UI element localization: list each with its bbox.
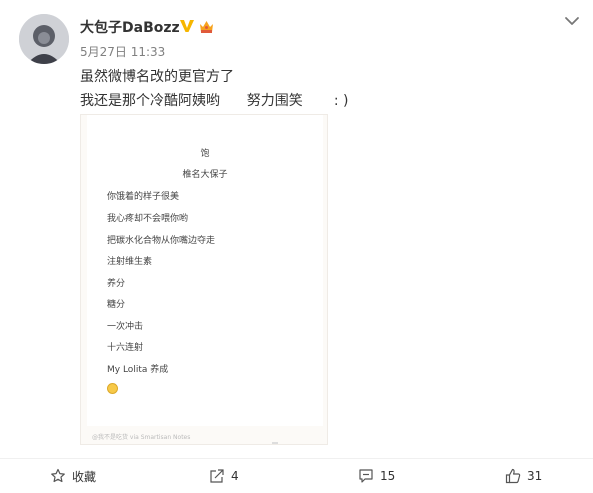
- note-line: 养分: [107, 279, 126, 289]
- comment-count: 15: [380, 469, 396, 483]
- note-line: 一次冲击: [107, 322, 144, 332]
- verified-badge-icon[interactable]: [179, 18, 195, 34]
- note-line: 注射维生素: [107, 257, 153, 267]
- post-time[interactable]: 5月27日 11:33: [80, 43, 165, 60]
- footer-divider: [272, 442, 278, 444]
- avatar-image: [19, 14, 69, 64]
- comment-icon: [359, 469, 373, 483]
- action-bar-divider: [0, 458, 593, 459]
- note-subtitle: 椎名大保子: [182, 170, 228, 180]
- note-footer: @我不是吃货 via Smartisan Notes: [87, 426, 323, 444]
- share-count: 4: [231, 469, 239, 483]
- comment-button[interactable]: 15: [358, 466, 395, 486]
- note-line: 把碳水化合物从你嘴边夺走: [107, 236, 216, 246]
- chevron-down-icon[interactable]: [564, 13, 580, 29]
- note-line: 你饿着的样子很美: [107, 192, 180, 202]
- star-icon: [51, 468, 65, 483]
- avatar[interactable]: [19, 14, 69, 64]
- collect-label: 收藏: [72, 469, 97, 484]
- note-page: 饱 椎名大保子 你饿着的样子很美 我心疼却不会喂你哟 把碳水化合物从你嘴边夺走 …: [87, 115, 323, 426]
- post-text-line: 虽然微博名改的更官方了: [80, 69, 234, 85]
- like-count: 31: [527, 469, 543, 483]
- crown-badge-icon[interactable]: [198, 18, 215, 35]
- post-text-line: 我还是那个冷酷阿姨哟 努力围笑 : ): [80, 93, 349, 109]
- like-button[interactable]: 31: [505, 466, 542, 486]
- username[interactable]: 大包子DaBozz: [80, 17, 180, 37]
- collect-button[interactable]: 收藏: [50, 466, 96, 486]
- note-line: 我心疼却不会喂你哟: [107, 214, 189, 224]
- note-footer-text: @我不是吃货 via Smartisan Notes: [92, 434, 191, 441]
- note-line: 十六连射: [107, 343, 144, 353]
- share-icon: [210, 469, 224, 483]
- thumbs-up-icon: [505, 468, 521, 484]
- note-title: 饱: [200, 149, 210, 159]
- note-line: 糖分: [107, 300, 126, 310]
- note-line: My Lolita 养成: [107, 365, 169, 375]
- smile-emoji-icon: [107, 383, 118, 394]
- share-button[interactable]: 4: [209, 466, 239, 486]
- post-image[interactable]: 饱 椎名大保子 你饿着的样子很美 我心疼却不会喂你哟 把碳水化合物从你嘴边夺走 …: [80, 114, 328, 445]
